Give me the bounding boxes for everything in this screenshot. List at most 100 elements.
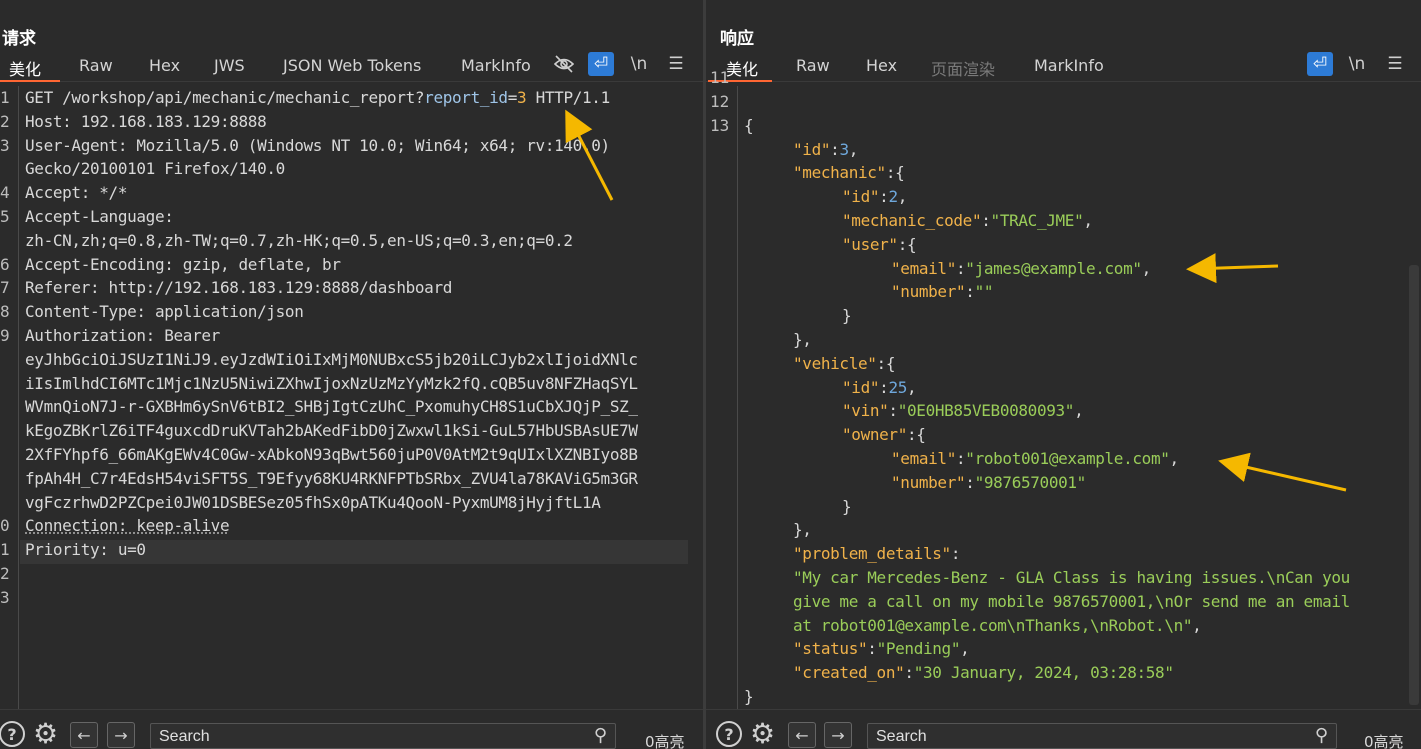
- request-newline-icon[interactable]: \n: [626, 52, 652, 76]
- json-number: 2: [888, 187, 898, 207]
- request-tab-json-web-tokens[interactable]: JSON Web Tokens: [283, 56, 421, 75]
- response-json-line: }: [706, 495, 1421, 519]
- json-key: "id": [842, 377, 880, 397]
- line-number: 8: [0, 302, 10, 322]
- response-json-text: {: [744, 114, 754, 138]
- request-line: 3: [0, 586, 703, 610]
- response-line-number-row: 12: [706, 90, 1421, 114]
- response-search-icon[interactable]: ⚲: [1315, 725, 1328, 746]
- request-prev-arrow-icon[interactable]: ←: [70, 722, 98, 748]
- json-punct: ,: [1192, 615, 1202, 635]
- response-json-text: "email":"james@example.com",: [891, 257, 1151, 281]
- response-help-icon[interactable]: ?: [716, 721, 742, 747]
- request-line: 1 Priority: u=0: [0, 538, 703, 562]
- json-punct: :: [965, 472, 975, 492]
- json-punct: :: [950, 544, 961, 564]
- request-menu-icon[interactable]: ☰: [663, 52, 689, 76]
- json-string: "Pending": [876, 639, 961, 659]
- json-string: give me a call on my mobile 9876570001,\…: [793, 591, 1350, 611]
- response-prev-arrow-icon[interactable]: ←: [788, 722, 816, 748]
- request-line-text: vgFczrhwD2PZCpei0JW01DSBESez05fhSx0pATKu…: [25, 492, 601, 512]
- request-settings-gear-icon[interactable]: ⚙: [33, 720, 58, 748]
- response-json-line: "email":"james@example.com",: [706, 257, 1421, 281]
- request-line-text: Accept-Encoding: gzip, deflate, br: [25, 254, 341, 274]
- response-scrollbar[interactable]: [1409, 265, 1419, 705]
- response-json-line: "mechanic":{: [706, 161, 1421, 185]
- response-json-line: "user":{: [706, 233, 1421, 257]
- json-key: "user": [842, 234, 898, 254]
- request-line-text: GET /workshop/api/mechanic/mechanic_repo…: [25, 88, 610, 107]
- request-tab-jws[interactable]: JWS: [214, 56, 245, 75]
- json-punct: ,: [1169, 449, 1180, 468]
- response-json-line: "id":3,: [706, 138, 1421, 162]
- line-number: 1: [0, 88, 10, 107]
- request-line-text: WVmnQioN7J-r-GXBHm6ySnV6tBI2_SHBjIgtCzUh…: [25, 397, 638, 417]
- request-line-text: eyJhbGciOiJSUzI1NiJ9.eyJzdWIiOiIxMjM0NUB…: [25, 349, 638, 369]
- json-number: 25: [888, 377, 908, 397]
- request-line-text: Host: 192.168.183.129:8888: [25, 111, 267, 131]
- request-line: eyJhbGciOiJSUzI1NiJ9.eyJzdWIiOiIxMjM0NUB…: [0, 348, 703, 372]
- json-key: "email": [891, 449, 956, 468]
- json-string: "0E0HB85VEB0080093": [897, 401, 1075, 421]
- json-key: "mechanic_code": [842, 211, 982, 230]
- request-line: 1 GET /workshop/api/mechanic/mechanic_rep…: [0, 86, 703, 110]
- request-line: Gecko/20100101 Firefox/140.0: [0, 157, 703, 181]
- json-punct: :: [965, 282, 975, 302]
- request-tab-hex[interactable]: Hex: [149, 56, 180, 75]
- request-search-input[interactable]: [159, 728, 539, 746]
- request-line: 0 Connection: keep-alive: [0, 514, 703, 538]
- response-json-text: }: [744, 685, 754, 709]
- request-bottom-bar: ? ⚙ ← → ⚲ 0高亮: [0, 709, 703, 749]
- json-string: "9876570001": [974, 472, 1087, 492]
- json-string: "My car Mercedes-Benz - GLA Class is hav…: [793, 568, 1350, 587]
- line-number: 6: [0, 254, 10, 274]
- json-punct: :: [981, 211, 991, 230]
- json-punct: {: [744, 115, 754, 135]
- response-json-line: "vin":"0E0HB85VEB0080093",: [706, 399, 1421, 423]
- json-punct: }: [842, 496, 852, 516]
- response-bottom-bar: ? ⚙ ← → ⚲ 0高亮: [706, 709, 1421, 749]
- request-tab-pretty[interactable]: 美化: [9, 56, 41, 80]
- json-string: "": [974, 282, 994, 302]
- request-highlight-count: 0高亮: [645, 733, 685, 749]
- request-tab-markinfo[interactable]: MarkInfo: [461, 56, 531, 75]
- request-line: 3 User-Agent: Mozilla/5.0 (Windows NT 10.…: [0, 134, 703, 158]
- response-editor[interactable]: 11 12 13{"id":3, "mechanic":{"id":2, "mechan…: [706, 68, 1421, 709]
- request-next-arrow-icon[interactable]: →: [107, 722, 135, 748]
- request-line: 2XfFYhpf6_66mAKgEWv4C0Gw-xAbkoN93qBwt560…: [0, 443, 703, 467]
- request-help-icon[interactable]: ?: [0, 721, 25, 747]
- request-tab-raw[interactable]: Raw: [79, 56, 113, 75]
- request-line: iIsImlhdCI6MTc1Mjc1NzU5NiwiZXhwIjoxNzUzM…: [0, 372, 703, 396]
- response-json-line: },: [706, 518, 1421, 542]
- request-active-tab-underline: [0, 80, 60, 82]
- request-line-text: User-Agent: Mozilla/5.0 (Windows NT 10.0…: [25, 135, 610, 155]
- response-json-line: "status":"Pending",: [706, 637, 1421, 661]
- response-search-input[interactable]: [876, 728, 1256, 746]
- response-settings-gear-icon[interactable]: ⚙: [750, 720, 775, 748]
- json-key: "problem_details": [793, 544, 951, 564]
- response-json-line: "id":25,: [706, 376, 1421, 400]
- request-search-icon[interactable]: ⚲: [594, 725, 607, 746]
- response-next-arrow-icon[interactable]: →: [824, 722, 852, 748]
- json-string: at robot001@example.com\nThanks,\nRobot.…: [793, 615, 1193, 635]
- request-editor[interactable]: 1 GET /workshop/api/mechanic/mechanic_rep…: [0, 86, 703, 709]
- response-json-text: }: [842, 495, 852, 519]
- response-json-text: },: [793, 518, 812, 542]
- request-wrap-icon[interactable]: ⏎: [588, 52, 614, 76]
- json-punct: :: [904, 663, 914, 683]
- response-json-text: "status":"Pending",: [793, 637, 970, 661]
- response-json-line: "My car Mercedes-Benz - GLA Class is hav…: [706, 566, 1421, 590]
- line-number: 3: [0, 135, 10, 155]
- json-punct: :{: [906, 425, 926, 445]
- response-json-line: "mechanic_code":"TRAC_JME",: [706, 209, 1421, 233]
- json-punct: :{: [885, 163, 905, 183]
- request-line-text: Accept-Language:: [25, 207, 174, 226]
- request-line-text: Authorization: Bearer: [25, 326, 220, 345]
- json-key: "vehicle": [793, 353, 877, 373]
- request-line-text: Connection: keep-alive: [25, 516, 230, 536]
- hide-eye-icon[interactable]: [551, 52, 577, 76]
- json-punct: ,: [960, 639, 970, 659]
- request-title: 请求: [2, 29, 36, 49]
- json-punct: :: [888, 401, 898, 421]
- response-json-line: "id":2,: [706, 185, 1421, 209]
